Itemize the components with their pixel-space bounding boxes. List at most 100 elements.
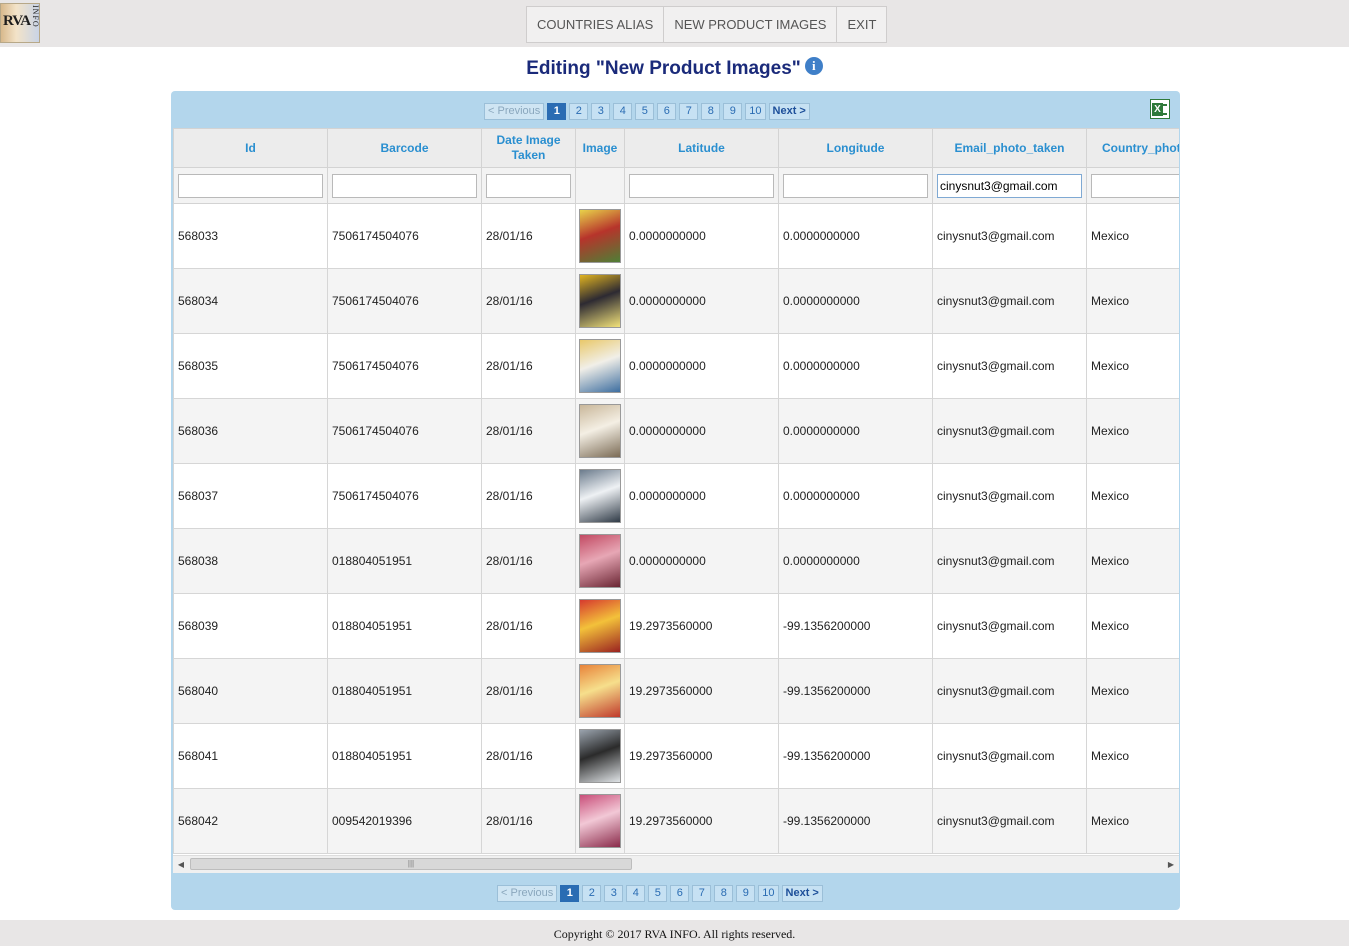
cell-id: 568033 bbox=[173, 203, 328, 269]
cell-email-photo-taken: cinysnut3@gmail.com bbox=[932, 398, 1087, 464]
pager-bottom-page-3-button[interactable]: 3 bbox=[604, 885, 624, 902]
table-row[interactable]: 568038 018804051951 28/01/16 0.0000000000 0.… bbox=[173, 528, 1179, 594]
scroll-left-arrow-icon[interactable]: ◀ bbox=[173, 856, 189, 873]
product-image-thumbnail[interactable] bbox=[579, 794, 621, 848]
info-icon[interactable]: i bbox=[804, 57, 823, 75]
column-header-email-photo-taken[interactable]: Email_photo_taken bbox=[932, 128, 1087, 168]
column-header-barcode[interactable]: Barcode bbox=[327, 128, 482, 168]
column-header-country-photo-taken[interactable]: Country_photo_taken bbox=[1086, 128, 1179, 168]
table-row[interactable]: 568036 7506174504076 28/01/16 0.0000000000 0… bbox=[173, 398, 1179, 464]
cell-latitude: 0.0000000000 bbox=[624, 268, 779, 334]
cell-barcode: 018804051951 bbox=[327, 593, 482, 659]
cell-date-image-taken: 28/01/16 bbox=[481, 593, 576, 659]
pager-bottom-next-button[interactable]: Next > bbox=[781, 885, 823, 902]
scrollbar-thumb[interactable]: ||| bbox=[190, 858, 632, 870]
pager-top-page-2-button[interactable]: 2 bbox=[569, 103, 589, 120]
filter-id-input[interactable] bbox=[178, 173, 323, 198]
table-row[interactable]: 568040 018804051951 28/01/16 19.2973560000-… bbox=[173, 658, 1179, 724]
product-image-thumbnail[interactable] bbox=[579, 469, 621, 523]
table-row[interactable]: 568037 7506174504076 28/01/16 0.0000000000 0… bbox=[173, 463, 1179, 529]
product-image-thumbnail[interactable] bbox=[579, 534, 621, 588]
cell-date-image-taken: 28/01/16 bbox=[481, 333, 576, 399]
pager-top-page-1-button[interactable]: 1 bbox=[547, 103, 567, 120]
table-row[interactable]: 568042 009542019396 28/01/16 19.2973560000-… bbox=[173, 788, 1179, 854]
pager-bottom-page-5-button[interactable]: 5 bbox=[648, 885, 668, 902]
filter-email-input[interactable] bbox=[937, 173, 1082, 198]
column-header-id[interactable]: Id bbox=[173, 128, 328, 168]
pager-top-page-6-button[interactable]: 6 bbox=[657, 103, 677, 120]
cell-image bbox=[575, 723, 625, 789]
filter-date-input[interactable] bbox=[486, 173, 571, 198]
product-image-thumbnail[interactable] bbox=[579, 599, 621, 653]
nav-exit[interactable]: EXIT bbox=[837, 7, 886, 42]
excel-export-icon[interactable]: X bbox=[1150, 99, 1170, 119]
product-image-thumbnail[interactable] bbox=[579, 339, 621, 393]
cell-id: 568042 bbox=[173, 788, 328, 854]
product-image-thumbnail[interactable] bbox=[579, 274, 621, 328]
filter-country-input[interactable] bbox=[1091, 173, 1179, 198]
cell-email-photo-taken: cinysnut3@gmail.com bbox=[932, 268, 1087, 334]
rva-logo[interactable]: RVA INFO bbox=[0, 3, 40, 43]
pager-bottom-page-2-button[interactable]: 2 bbox=[582, 885, 602, 902]
pager-bottom-page-9-button[interactable]: 9 bbox=[736, 885, 756, 902]
cell-latitude: 0.0000000000 bbox=[624, 528, 779, 594]
pager-bottom-page-1-button[interactable]: 1 bbox=[560, 885, 580, 902]
pager-bottom-page-6-button[interactable]: 6 bbox=[670, 885, 690, 902]
cell-image bbox=[575, 268, 625, 334]
pager-top-page-7-button[interactable]: 7 bbox=[679, 103, 699, 120]
pager-top-page-9-button[interactable]: 9 bbox=[723, 103, 743, 120]
pager-bottom-page-8-button[interactable]: 8 bbox=[714, 885, 734, 902]
filter-cell-email bbox=[932, 167, 1087, 204]
pager-top-page-10-button[interactable]: 10 bbox=[745, 103, 766, 120]
cell-image bbox=[575, 203, 625, 269]
pager-top-page-8-button[interactable]: 8 bbox=[701, 103, 721, 120]
filter-barcode-input[interactable] bbox=[332, 173, 477, 198]
table-row[interactable]: 568033 7506174504076 28/01/16 0.0000000000 0… bbox=[173, 203, 1179, 269]
filter-longitude-input[interactable] bbox=[783, 173, 928, 198]
pager-top-next-button[interactable]: Next > bbox=[768, 103, 810, 120]
cell-id: 568041 bbox=[173, 723, 328, 789]
cell-id: 568040 bbox=[173, 658, 328, 724]
filter-cell-country bbox=[1086, 167, 1179, 204]
scroll-right-arrow-icon[interactable]: ▶ bbox=[1163, 856, 1179, 873]
column-header-image[interactable]: Image bbox=[575, 128, 625, 168]
cell-id: 568036 bbox=[173, 398, 328, 464]
filter-latitude-input[interactable] bbox=[629, 173, 774, 198]
cell-country-photo-taken: Mexico bbox=[1086, 593, 1179, 659]
cell-barcode: 7506174504076 bbox=[327, 463, 482, 529]
product-image-thumbnail[interactable] bbox=[579, 664, 621, 718]
cell-id: 568039 bbox=[173, 593, 328, 659]
pager-top-page-3-button[interactable]: 3 bbox=[591, 103, 611, 120]
pager-top: < Previous 1 2 3 4 5 6 7 8 9 10 Next > bbox=[484, 103, 810, 120]
pager-top-page-5-button[interactable]: 5 bbox=[635, 103, 655, 120]
cell-country-photo-taken: Mexico bbox=[1086, 723, 1179, 789]
horizontal-scrollbar[interactable]: ◀ ||| ▶ bbox=[173, 855, 1179, 873]
product-image-thumbnail[interactable] bbox=[579, 404, 621, 458]
product-image-thumbnail[interactable] bbox=[579, 209, 621, 263]
product-image-thumbnail[interactable] bbox=[579, 729, 621, 783]
filter-cell-longitude bbox=[778, 167, 933, 204]
table-row[interactable]: 568035 7506174504076 28/01/16 0.0000000000 0… bbox=[173, 333, 1179, 399]
cell-longitude: 0.0000000000 bbox=[778, 268, 933, 334]
pager-bottom-page-4-button[interactable]: 4 bbox=[626, 885, 646, 902]
cell-email-photo-taken: cinysnut3@gmail.com bbox=[932, 788, 1087, 854]
pager-top-page-4-button[interactable]: 4 bbox=[613, 103, 633, 120]
cell-longitude: 0.0000000000 bbox=[778, 463, 933, 529]
logo-subtext: INFO bbox=[31, 5, 40, 28]
nav-countries-alias[interactable]: COUNTRIES ALIAS bbox=[527, 7, 665, 42]
filter-cell-date bbox=[481, 167, 576, 204]
cell-image bbox=[575, 788, 625, 854]
cell-email-photo-taken: cinysnut3@gmail.com bbox=[932, 593, 1087, 659]
table-row[interactable]: 568041 018804051951 28/01/16 19.2973560000-… bbox=[173, 723, 1179, 789]
pager-bottom-page-7-button[interactable]: 7 bbox=[692, 885, 712, 902]
data-table-viewport[interactable]: Id Barcode Date Image Taken Image Latitu… bbox=[173, 128, 1179, 855]
pager-bottom-page-10-button[interactable]: 10 bbox=[758, 885, 779, 902]
table-row[interactable]: 568039 018804051951 28/01/16 19.2973560000-… bbox=[173, 593, 1179, 659]
table-row[interactable]: 568034 7506174504076 28/01/16 0.0000000000 0… bbox=[173, 268, 1179, 334]
cell-barcode: 7506174504076 bbox=[327, 333, 482, 399]
column-header-longitude[interactable]: Longitude bbox=[778, 128, 933, 168]
column-header-date-image-taken[interactable]: Date Image Taken bbox=[481, 128, 576, 168]
nav-new-product-images[interactable]: NEW PRODUCT IMAGES bbox=[664, 7, 838, 42]
column-header-latitude[interactable]: Latitude bbox=[624, 128, 779, 168]
cell-longitude: -99.1356200000 bbox=[778, 723, 933, 789]
